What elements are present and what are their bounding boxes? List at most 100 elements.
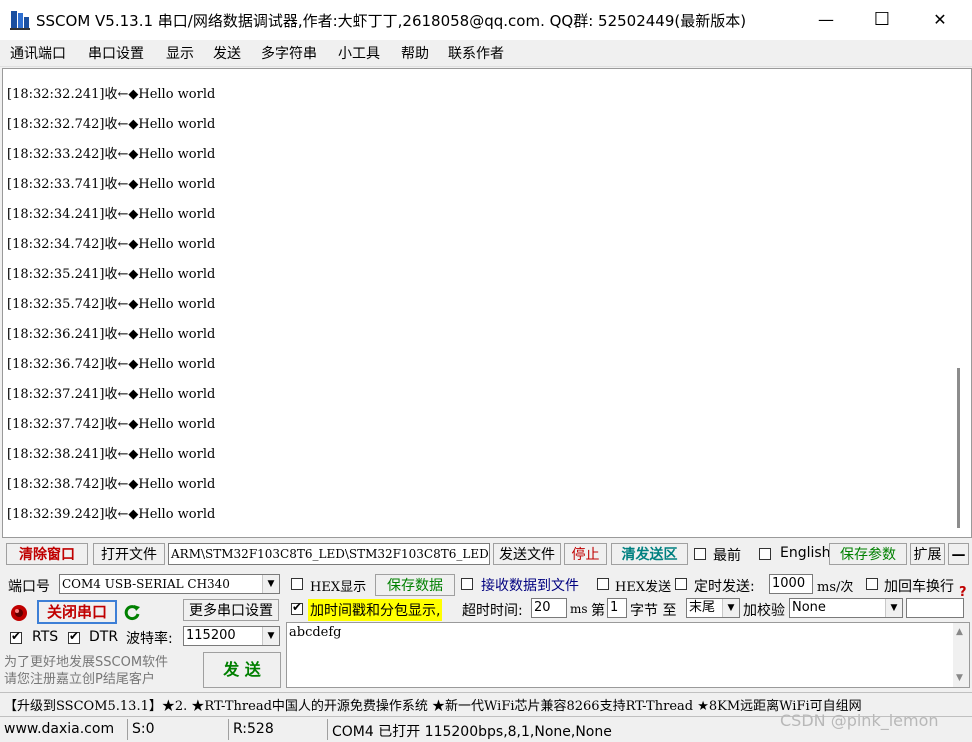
checksum-label: 加校验 [743,603,785,619]
scroll-down-icon[interactable]: ▼ [956,673,963,683]
maximize-button[interactable]: ☐ [858,0,906,40]
status-divider [127,719,128,740]
status-site-link[interactable]: www.daxia.com [4,721,114,737]
rts-checkbox[interactable] [10,629,22,644]
refresh-icon[interactable] [122,603,142,623]
status-sent-count: S:0 [132,721,155,737]
port-select[interactable]: COM4 USB-SERIAL CH340 ▼ [59,574,280,594]
status-divider [327,719,328,740]
receive-line: [18:32:33.741]收←◆Hello world [7,177,216,192]
send-area[interactable]: abcdefg ▲ ▼ [286,622,970,688]
send-scrollbar[interactable]: ▲ ▼ [953,623,969,687]
interval-unit-label: ms/次 [817,580,854,595]
save-data-button[interactable]: 保存数据 [375,574,455,596]
add-crlf-label: 加回车换行 [884,579,954,595]
port-status-icon [10,604,28,622]
timed-send-checkbox[interactable] [675,578,687,590]
close-button[interactable]: ✕ [916,0,964,40]
chevron-down-icon: ▼ [885,599,902,617]
recv-to-file-checkbox[interactable] [461,578,473,590]
status-port-state: COM4 已打开 115200bps,8,1,None,None [332,724,612,740]
byte-prefix-label: 第 [591,603,605,619]
receive-line: [18:32:37.241]收←◆Hello world [7,387,216,402]
byte-index-field[interactable]: 1 [607,598,627,618]
timeout-unit-label: ms [570,602,588,616]
send-file-button[interactable]: 发送文件 [493,543,561,565]
status-divider [228,719,229,740]
topmost-checkbox[interactable] [694,548,706,560]
receive-line: [18:32:39.242]收←◆Hello world [7,507,216,522]
hex-display-label: HEX显示 [310,580,367,595]
close-port-button[interactable]: 关闭串口 [37,600,117,624]
receive-line: [18:32:37.742]收←◆Hello world [7,417,216,432]
expand-button[interactable]: 扩展 [910,543,945,565]
menu-serial-settings[interactable]: 串口设置 [88,43,144,63]
receive-line: [18:32:32.742]收←◆Hello world [7,117,216,132]
checksum-extra-field[interactable] [906,598,964,618]
menu-bar: 通讯端口 串口设置 显示 发送 多字符串 小工具 帮助 联系作者 [0,40,972,67]
send-button[interactable]: 发 送 [203,652,281,688]
receive-line: [18:32:38.742]收←◆Hello world [7,477,216,492]
timed-send-label: 定时发送: [694,579,755,595]
interval-field[interactable]: 1000 [769,574,813,594]
title-bar: SSCOM V5.13.1 串口/网络数据调试器,作者:大虾丁丁,2618058… [0,0,972,40]
timestamp-checkbox[interactable] [291,600,303,615]
recv-to-file-label: 接收数据到文件 [481,578,579,594]
stop-button[interactable]: 停止 [564,543,607,565]
menu-contact-author[interactable]: 联系作者 [448,43,504,63]
hex-send-label: HEX发送 [615,580,672,595]
add-crlf-checkbox[interactable] [866,578,878,590]
topmost-label: 最前 [713,548,741,564]
send-area-text: abcdefg [289,625,342,640]
menu-help[interactable]: 帮助 [401,43,429,63]
receive-line: [18:32:35.742]收←◆Hello world [7,297,216,312]
hex-send-checkbox[interactable] [597,578,609,590]
dtr-label: DTR [89,629,119,645]
receive-line: [18:32:38.241]收←◆Hello world [7,447,216,462]
chevron-down-icon: ▼ [262,627,279,645]
clear-send-area-button[interactable]: 清发送区 [611,543,688,565]
english-checkbox[interactable] [759,548,771,560]
receive-line: [18:32:36.241]收←◆Hello world [7,327,216,342]
timeout-label: 超时时间: [462,603,523,619]
status-received-count: R:528 [233,721,274,737]
marquee-text[interactable]: 【升级到SSCOM5.13.1】★2. ★RT-Thread中国人的开源免费操作… [4,695,862,714]
file-path-field[interactable]: ARM\STM32F103C8T6_LED\STM32F103C8T6_LED.… [168,543,490,565]
menu-display[interactable]: 显示 [166,43,194,63]
baud-select-value: 115200 [186,628,236,643]
receive-line: [18:32:32.241]收←◆Hello world [7,87,216,102]
status-bar: www.daxia.com S:0 R:528 COM4 已打开 115200b… [0,711,972,742]
port-label: 端口号 [8,579,50,595]
collapse-button[interactable]: — [948,543,969,565]
more-serial-settings-button[interactable]: 更多串口设置 [183,599,279,621]
save-params-button[interactable]: 保存参数 [829,543,907,565]
menu-comm-port[interactable]: 通讯端口 [10,43,66,63]
checksum-value: None [792,600,826,615]
timeout-field[interactable]: 20 [531,598,567,618]
minimize-button[interactable]: — [802,0,850,40]
promo-text[interactable]: 为了更好地发展SSCOM软件 请您注册嘉立创P结尾客户 [4,654,200,688]
checksum-select[interactable]: None ▼ [789,598,903,618]
clear-window-button[interactable]: 清除窗口 [6,543,88,565]
open-file-button[interactable]: 打开文件 [93,543,165,565]
receive-scrollbar[interactable] [957,368,960,528]
window-title: SSCOM V5.13.1 串口/网络数据调试器,作者:大虾丁丁,2618058… [36,12,747,30]
byte-end-select[interactable]: 末尾 ▼ [686,598,740,618]
app-icon [10,9,30,31]
dtr-checkbox[interactable] [68,629,80,644]
hex-display-checkbox[interactable] [291,578,303,590]
rts-label: RTS [32,629,59,645]
byte-to-label: 字节 至 [630,603,677,619]
receive-line: [18:32:35.241]收←◆Hello world [7,267,216,282]
scroll-up-icon[interactable]: ▲ [956,627,963,637]
chevron-down-icon: ▼ [262,575,279,593]
menu-multi-string[interactable]: 多字符串 [261,43,317,63]
english-label: English [780,545,831,561]
baud-select[interactable]: 115200 ▼ [183,626,280,646]
menu-send[interactable]: 发送 [213,43,241,63]
watermark: CSDN @pink_lemon [780,711,939,730]
receive-area[interactable]: [18:32:32.241]收←◆Hello world [18:32:32.7… [2,68,972,538]
menu-tools[interactable]: 小工具 [338,43,380,63]
byte-end-value: 末尾 [689,600,716,615]
receive-line: [18:32:33.242]收←◆Hello world [7,147,216,162]
